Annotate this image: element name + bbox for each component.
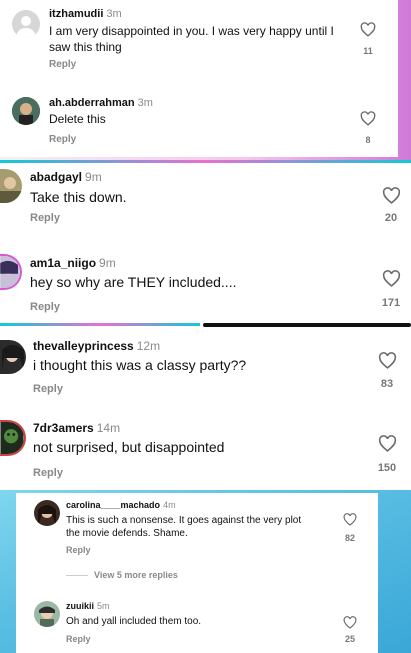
comment-text: not surprised, but disappointed xyxy=(33,439,225,455)
timestamp: 5m xyxy=(97,601,110,611)
screenshot-panel-4: carolina____machado 4m This is such a non… xyxy=(0,490,411,653)
comment-text: This is such a nonsense. It goes against… xyxy=(66,515,302,539)
sparkle-border xyxy=(0,323,200,326)
username-text[interactable]: ah.abderrahman xyxy=(49,97,135,109)
screenshot-panel-1: itzhamudii 3m I am very disappointed in y… xyxy=(0,0,411,160)
reply-button[interactable]: Reply xyxy=(49,59,76,70)
screenshot-panel-2: abadgayl 9m Take this down. Reply 20 am1a… xyxy=(0,160,411,323)
username[interactable]: itzhamudii 3m xyxy=(49,8,122,20)
comment-card: thevalleyprincess 12m i thought this was … xyxy=(0,323,411,490)
avatar[interactable] xyxy=(12,97,40,125)
heart-outline-icon[interactable] xyxy=(382,270,401,287)
timestamp: 14m xyxy=(96,421,121,435)
username-text[interactable]: zuuikii xyxy=(66,601,94,611)
reply-button[interactable]: Reply xyxy=(49,134,76,145)
avatar[interactable] xyxy=(34,500,60,526)
like-count: 25 xyxy=(344,634,355,644)
heart-outline-icon[interactable] xyxy=(378,352,397,369)
avatar[interactable] xyxy=(34,601,60,627)
username[interactable]: thevalleyprincess 12m xyxy=(33,339,160,353)
heart-outline-icon[interactable] xyxy=(343,616,357,629)
avatar[interactable] xyxy=(0,340,26,374)
username[interactable]: carolina____machado 4m xyxy=(66,500,176,510)
timestamp: 4m xyxy=(163,500,176,510)
username-text[interactable]: 7dr3amers xyxy=(33,421,94,435)
reply-button[interactable]: Reply xyxy=(66,545,91,555)
username-text[interactable]: thevalleyprincess xyxy=(33,339,134,353)
avatar[interactable] xyxy=(0,420,26,456)
screenshot-panel-3: thevalleyprincess 12m i thought this was … xyxy=(0,323,411,490)
timestamp: 9m xyxy=(99,256,116,270)
reply-button[interactable]: Reply xyxy=(33,467,63,479)
username[interactable]: 7dr3amers 14m xyxy=(33,421,120,435)
timestamp: 12m xyxy=(136,339,161,353)
heart-outline-icon[interactable] xyxy=(378,435,397,452)
avatar[interactable] xyxy=(0,169,22,203)
heart-outline-icon[interactable] xyxy=(343,513,357,526)
avatar[interactable] xyxy=(12,10,40,38)
reply-button[interactable]: Reply xyxy=(33,383,63,395)
comment-card: carolina____machado 4m This is such a non… xyxy=(16,493,378,653)
like-count: 83 xyxy=(380,378,394,390)
comment-text: Oh and yall included them too. xyxy=(66,616,202,627)
reply-button[interactable]: Reply xyxy=(30,301,60,313)
comment-card: abadgayl 9m Take this down. Reply 20 am1a… xyxy=(0,160,411,323)
reply-button[interactable]: Reply xyxy=(30,212,60,224)
username[interactable]: zuuikii 5m xyxy=(66,601,110,611)
username-text[interactable]: am1a_niigo xyxy=(30,256,96,270)
username-text[interactable]: carolina____machado xyxy=(66,500,160,510)
timestamp: 3m xyxy=(137,97,153,109)
heart-outline-icon[interactable] xyxy=(360,111,376,126)
timestamp: 9m xyxy=(85,170,102,184)
comment-text: Delete this xyxy=(49,112,106,126)
timestamp: 3m xyxy=(106,8,122,20)
like-count: 82 xyxy=(344,533,355,543)
username-text[interactable]: abadgayl xyxy=(30,170,82,184)
comment-text: i thought this was a classy party?? xyxy=(33,357,247,373)
view-more-replies-button[interactable]: View 5 more replies xyxy=(66,570,178,580)
video-progress-bar[interactable] xyxy=(203,323,411,327)
username[interactable]: ah.abderrahman 3m xyxy=(49,97,153,109)
comment-card: itzhamudii 3m I am very disappointed in y… xyxy=(0,0,398,157)
like-count: 20 xyxy=(384,212,398,224)
heart-outline-icon[interactable] xyxy=(382,187,401,204)
like-count: 171 xyxy=(381,297,401,309)
avatar[interactable] xyxy=(0,254,22,290)
like-count: 11 xyxy=(363,46,373,56)
comment-text: Take this down. xyxy=(30,189,127,205)
reply-button[interactable]: Reply xyxy=(66,634,91,644)
like-count: 150 xyxy=(377,462,397,474)
comment-text: I am very disappointed in you. I was ver… xyxy=(49,24,334,54)
username[interactable]: abadgayl 9m xyxy=(30,170,102,184)
heart-outline-icon[interactable] xyxy=(360,22,376,37)
comment-text: hey so why are THEY included.... xyxy=(30,274,237,290)
username-text[interactable]: itzhamudii xyxy=(49,8,103,20)
like-count: 8 xyxy=(365,135,371,145)
sparkle-border xyxy=(0,160,411,163)
username[interactable]: am1a_niigo 9m xyxy=(30,256,116,270)
